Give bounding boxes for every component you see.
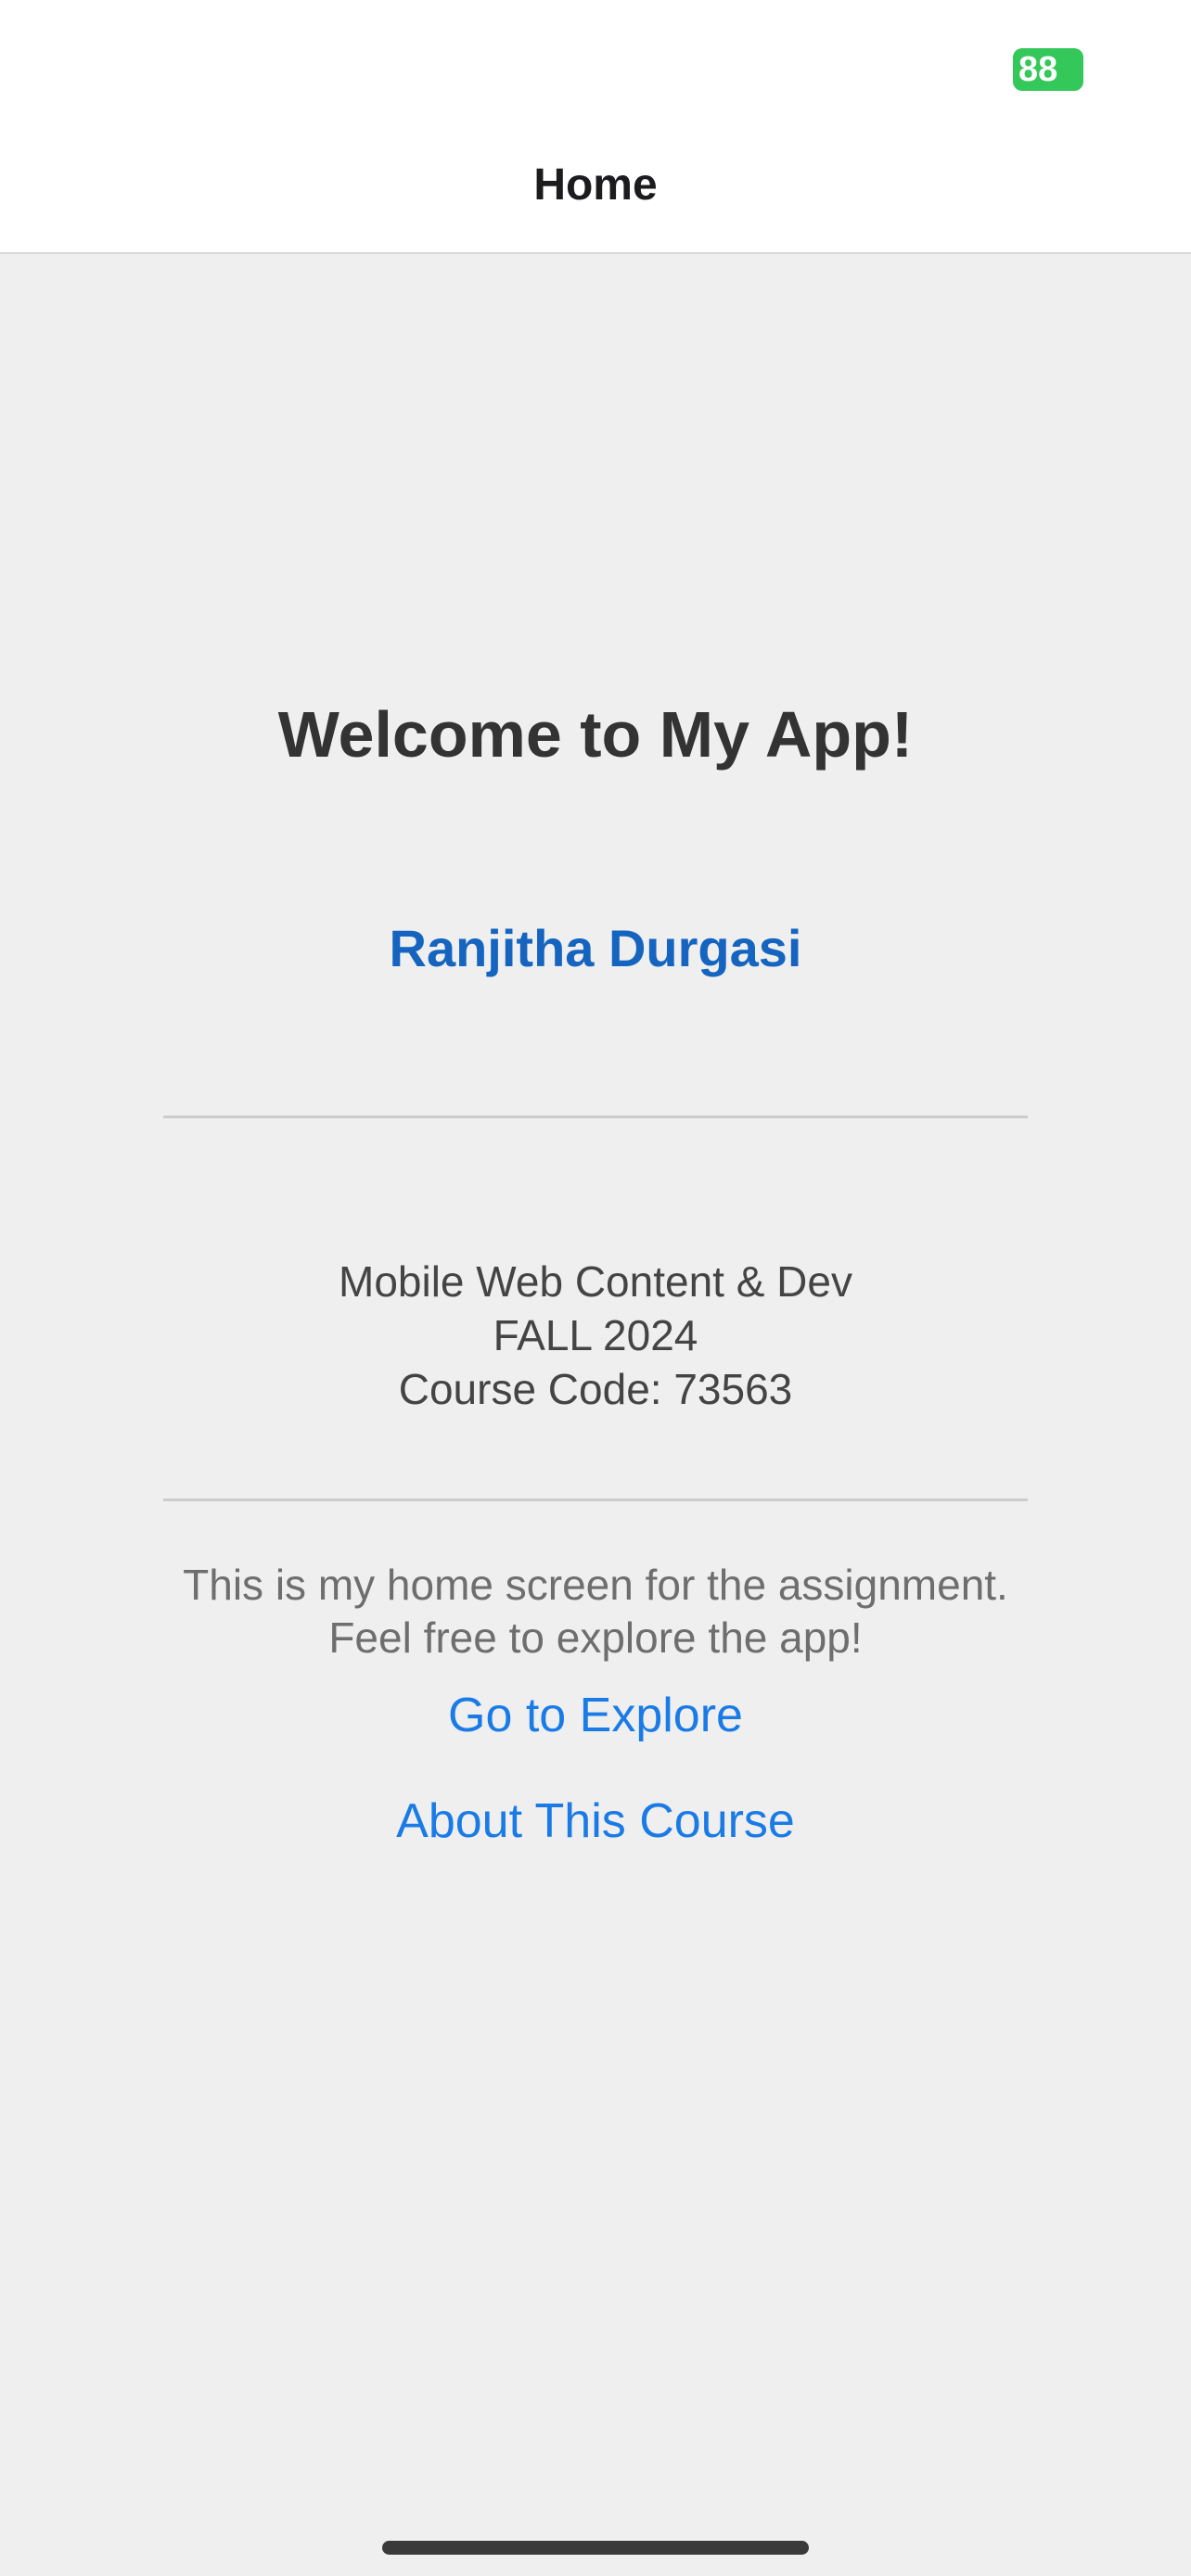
go-to-explore-link[interactable]: Go to Explore: [0, 1688, 1191, 1743]
description-line-1: This is my home screen for the assignmen…: [183, 1561, 1008, 1609]
status-bar: 88: [0, 0, 1191, 139]
divider-top: [163, 1116, 1028, 1118]
welcome-title: Welcome to My App!: [277, 698, 914, 771]
student-name: Ranjitha Durgasi: [389, 919, 802, 977]
description-line-2: Feel free to explore the app!: [328, 1613, 863, 1662]
page-title: Home: [533, 160, 658, 210]
battery-level: 88: [1018, 50, 1058, 89]
course-name: Mobile Web Content & Dev: [339, 1257, 852, 1306]
about-course-link[interactable]: About This Course: [0, 1793, 1191, 1849]
course-term: FALL 2024: [493, 1311, 698, 1359]
course-code: Course Code: 73563: [398, 1365, 793, 1413]
home-indicator[interactable]: [382, 2541, 809, 2555]
divider-bottom: [163, 1498, 1028, 1501]
battery-icon: 88: [1013, 48, 1083, 91]
navigation-header: Home: [0, 139, 1191, 254]
